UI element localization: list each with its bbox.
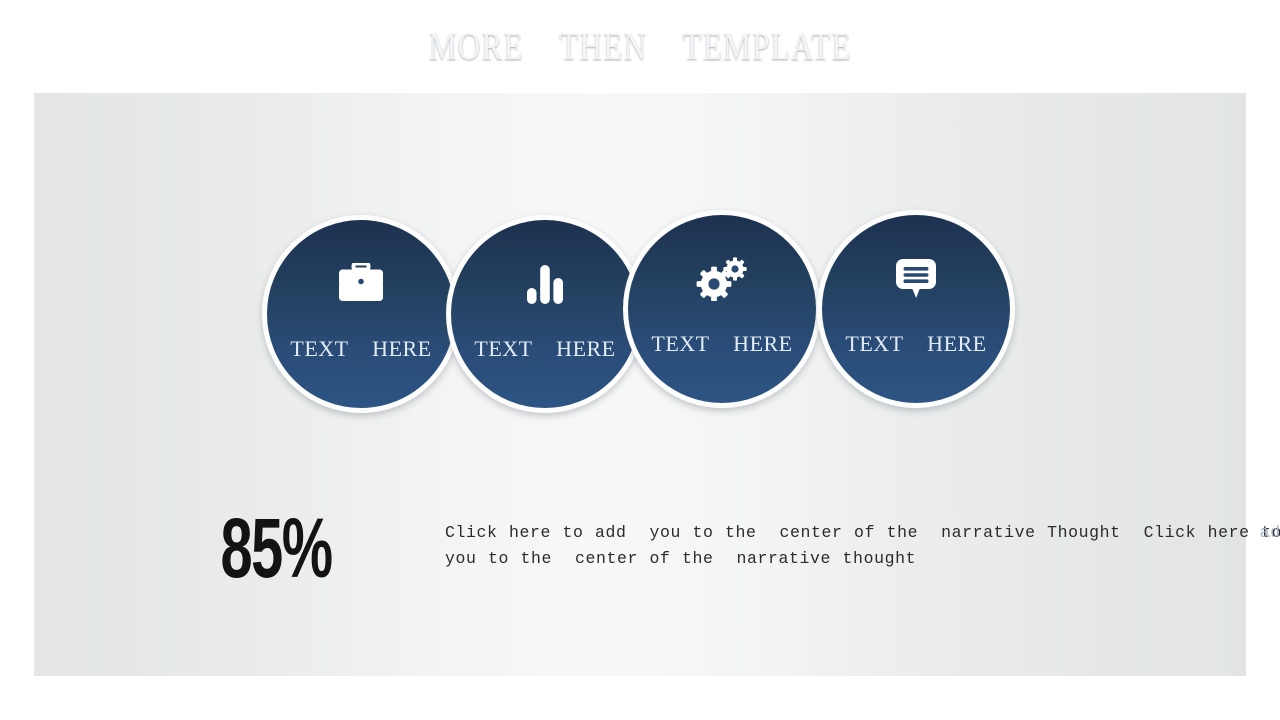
circle-node-4[interactable]: TEXT HERE (817, 210, 1015, 408)
stat-percentage: 85% (220, 500, 333, 596)
title-bar: MORE THEN TEMPLATE (0, 0, 1280, 93)
comment-bubble-icon (888, 253, 944, 305)
circle-label-4: TEXT HERE (845, 331, 987, 356)
circle-inner: TEXT HERE (628, 215, 816, 403)
circle-label-1: TEXT HERE (290, 336, 432, 361)
circle-node-3[interactable]: TEXT HERE (623, 210, 821, 408)
stat-block: 85% (196, 500, 356, 596)
circle-label-3: TEXT HERE (651, 331, 793, 356)
body-paragraph: Click here to add you to the center of t… (445, 523, 1280, 568)
circle-label-2: TEXT HERE (474, 336, 616, 361)
gears-icon (694, 253, 750, 305)
circle-row: TEXT HERE TEXT HERE TEXT HERE TEXT HERE (34, 93, 1246, 676)
circle-inner: TEXT HERE (451, 220, 639, 408)
circle-inner: TEXT HERE (822, 215, 1010, 403)
bar-chart-icon (517, 258, 573, 310)
circle-node-2[interactable]: TEXT HERE (446, 215, 644, 413)
circle-node-1[interactable]: TEXT HERE (262, 215, 460, 413)
circle-inner: TEXT HERE (267, 220, 455, 408)
content-panel: TEXT HERE TEXT HERE TEXT HERE TEXT HERE … (34, 93, 1280, 676)
slide-canvas: MORE THEN TEMPLATE TEXT HERE TEXT HERE T… (0, 0, 1280, 720)
page-title: MORE THEN TEMPLATE (428, 25, 852, 68)
briefcase-icon (333, 258, 389, 310)
